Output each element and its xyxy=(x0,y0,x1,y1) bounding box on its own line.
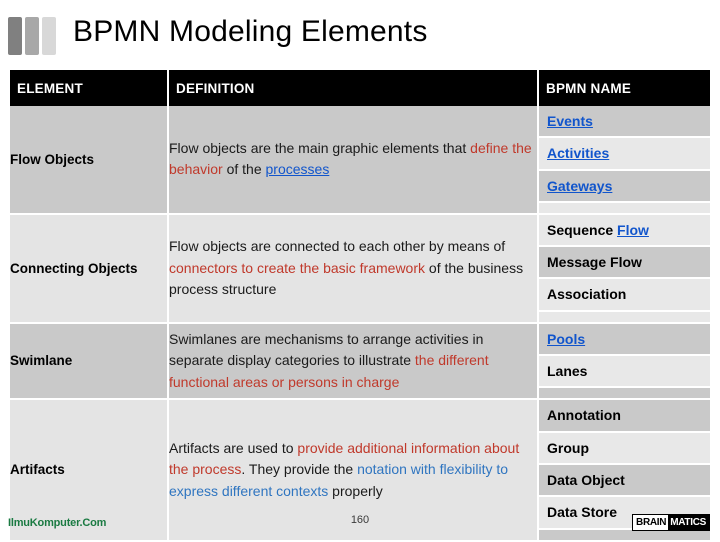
brainmatics-logo: BRAIN MATICS xyxy=(632,514,710,531)
cell-element: Connecting Objects xyxy=(10,213,169,324)
bpmn-name-item: Group xyxy=(539,432,710,465)
bpmn-name-item: Lanes xyxy=(539,356,710,389)
bpmn-name-filler xyxy=(539,311,710,322)
bpmn-name-text: Association xyxy=(547,286,627,303)
definition-link[interactable]: processes xyxy=(266,161,330,177)
definition-text: Flow objects are connected to each other… xyxy=(169,238,506,255)
bpmn-name-item[interactable]: Pools xyxy=(539,323,710,357)
bpmn-name-item: Association xyxy=(539,279,710,312)
slide-title-bar: BPMN Modeling Elements xyxy=(0,0,720,68)
bpmn-name-item: Data Object xyxy=(539,464,710,498)
cell-bpmn-names: Events Activities Gateways xyxy=(538,106,710,215)
bpmn-name-item[interactable]: Sequence Flow xyxy=(539,214,710,248)
table-body: Flow Objects Flow objects are the main gr… xyxy=(10,106,710,542)
table-row: Flow Objects Flow objects are the main gr… xyxy=(10,106,710,215)
cell-element: Swimlane xyxy=(10,322,169,401)
page-title: BPMN Modeling Elements xyxy=(73,15,428,48)
bpmn-elements-table: ELEMENT DEFINITION BPMN NAME Flow Object… xyxy=(10,70,710,542)
cell-bpmn-names: Sequence Flow Message Flow Association xyxy=(538,213,710,324)
page-number: 160 xyxy=(350,514,370,526)
table-row: Connecting Objects Flow objects are conne… xyxy=(10,213,710,324)
bpmn-name-link[interactable]: Flow xyxy=(617,222,649,238)
cell-element: Flow Objects xyxy=(10,106,169,215)
column-header-element: ELEMENT xyxy=(10,70,169,106)
bpmn-name-filler xyxy=(539,388,710,399)
bpmn-name-item: Message Flow xyxy=(539,247,710,280)
bpmn-name-text: Lanes xyxy=(547,363,588,380)
bpmn-name-link[interactable]: Pools xyxy=(547,331,585,347)
definition-text: properly xyxy=(328,482,383,499)
decorative-bar-3 xyxy=(42,17,56,55)
bpmn-name-item[interactable]: Events xyxy=(539,106,710,139)
bpmn-name-text: Data Object xyxy=(547,471,625,488)
definition-text: connectors to create the basic framework xyxy=(169,259,426,276)
bpmn-name-list: Events Activities Gateways xyxy=(539,106,710,213)
decorative-bar-1 xyxy=(8,17,22,55)
column-header-definition: DEFINITION xyxy=(168,70,539,106)
bpmn-name-text: Message Flow xyxy=(547,254,642,271)
decorative-bars xyxy=(8,17,59,55)
definition-text: of the xyxy=(222,161,266,178)
definition-text: Flow objects are the main graphic elemen… xyxy=(169,140,471,157)
cell-definition: Swimlanes are mechanisms to arrange acti… xyxy=(168,322,539,401)
cell-definition: Flow objects are the main graphic elemen… xyxy=(168,106,539,215)
column-header-bpmn-name: BPMN NAME xyxy=(538,70,710,106)
definition-text: . They provide the xyxy=(241,461,358,478)
definition-text: Artifacts are used to xyxy=(169,440,298,457)
bpmn-name-list: Pools Lanes xyxy=(539,323,710,399)
decorative-bar-2 xyxy=(25,17,39,55)
bpmn-name-item[interactable]: Gateways xyxy=(539,170,710,203)
bpmn-name-list: Sequence Flow Message Flow Association xyxy=(539,214,710,322)
table-header: ELEMENT DEFINITION BPMN NAME xyxy=(10,70,710,106)
cell-definition: Flow objects are connected to each other… xyxy=(168,213,539,324)
brainmatics-logo-first: BRAIN xyxy=(633,515,669,530)
slide-footer: IlmuKomputer.Com 160 BRAIN MATICS xyxy=(0,510,720,540)
bpmn-name-filler xyxy=(539,202,710,213)
bpmn-name-link[interactable]: Events xyxy=(547,113,593,129)
table-row: Swimlane Swimlanes are mechanisms to arra… xyxy=(10,322,710,401)
bpmn-name-text: Sequence xyxy=(547,221,618,238)
bpmn-name-item[interactable]: Activities xyxy=(539,138,710,171)
bpmn-name-text: Annotation xyxy=(547,407,621,424)
bpmn-name-link[interactable]: Gateways xyxy=(547,178,612,194)
bpmn-name-item: Annotation xyxy=(539,400,710,433)
brainmatics-logo-second: MATICS xyxy=(668,515,709,530)
bpmn-name-link[interactable]: Activities xyxy=(547,145,609,161)
table-header-row: ELEMENT DEFINITION BPMN NAME xyxy=(10,70,710,106)
cell-bpmn-names: Pools Lanes xyxy=(538,322,710,401)
bpmn-name-text: Group xyxy=(547,439,589,456)
